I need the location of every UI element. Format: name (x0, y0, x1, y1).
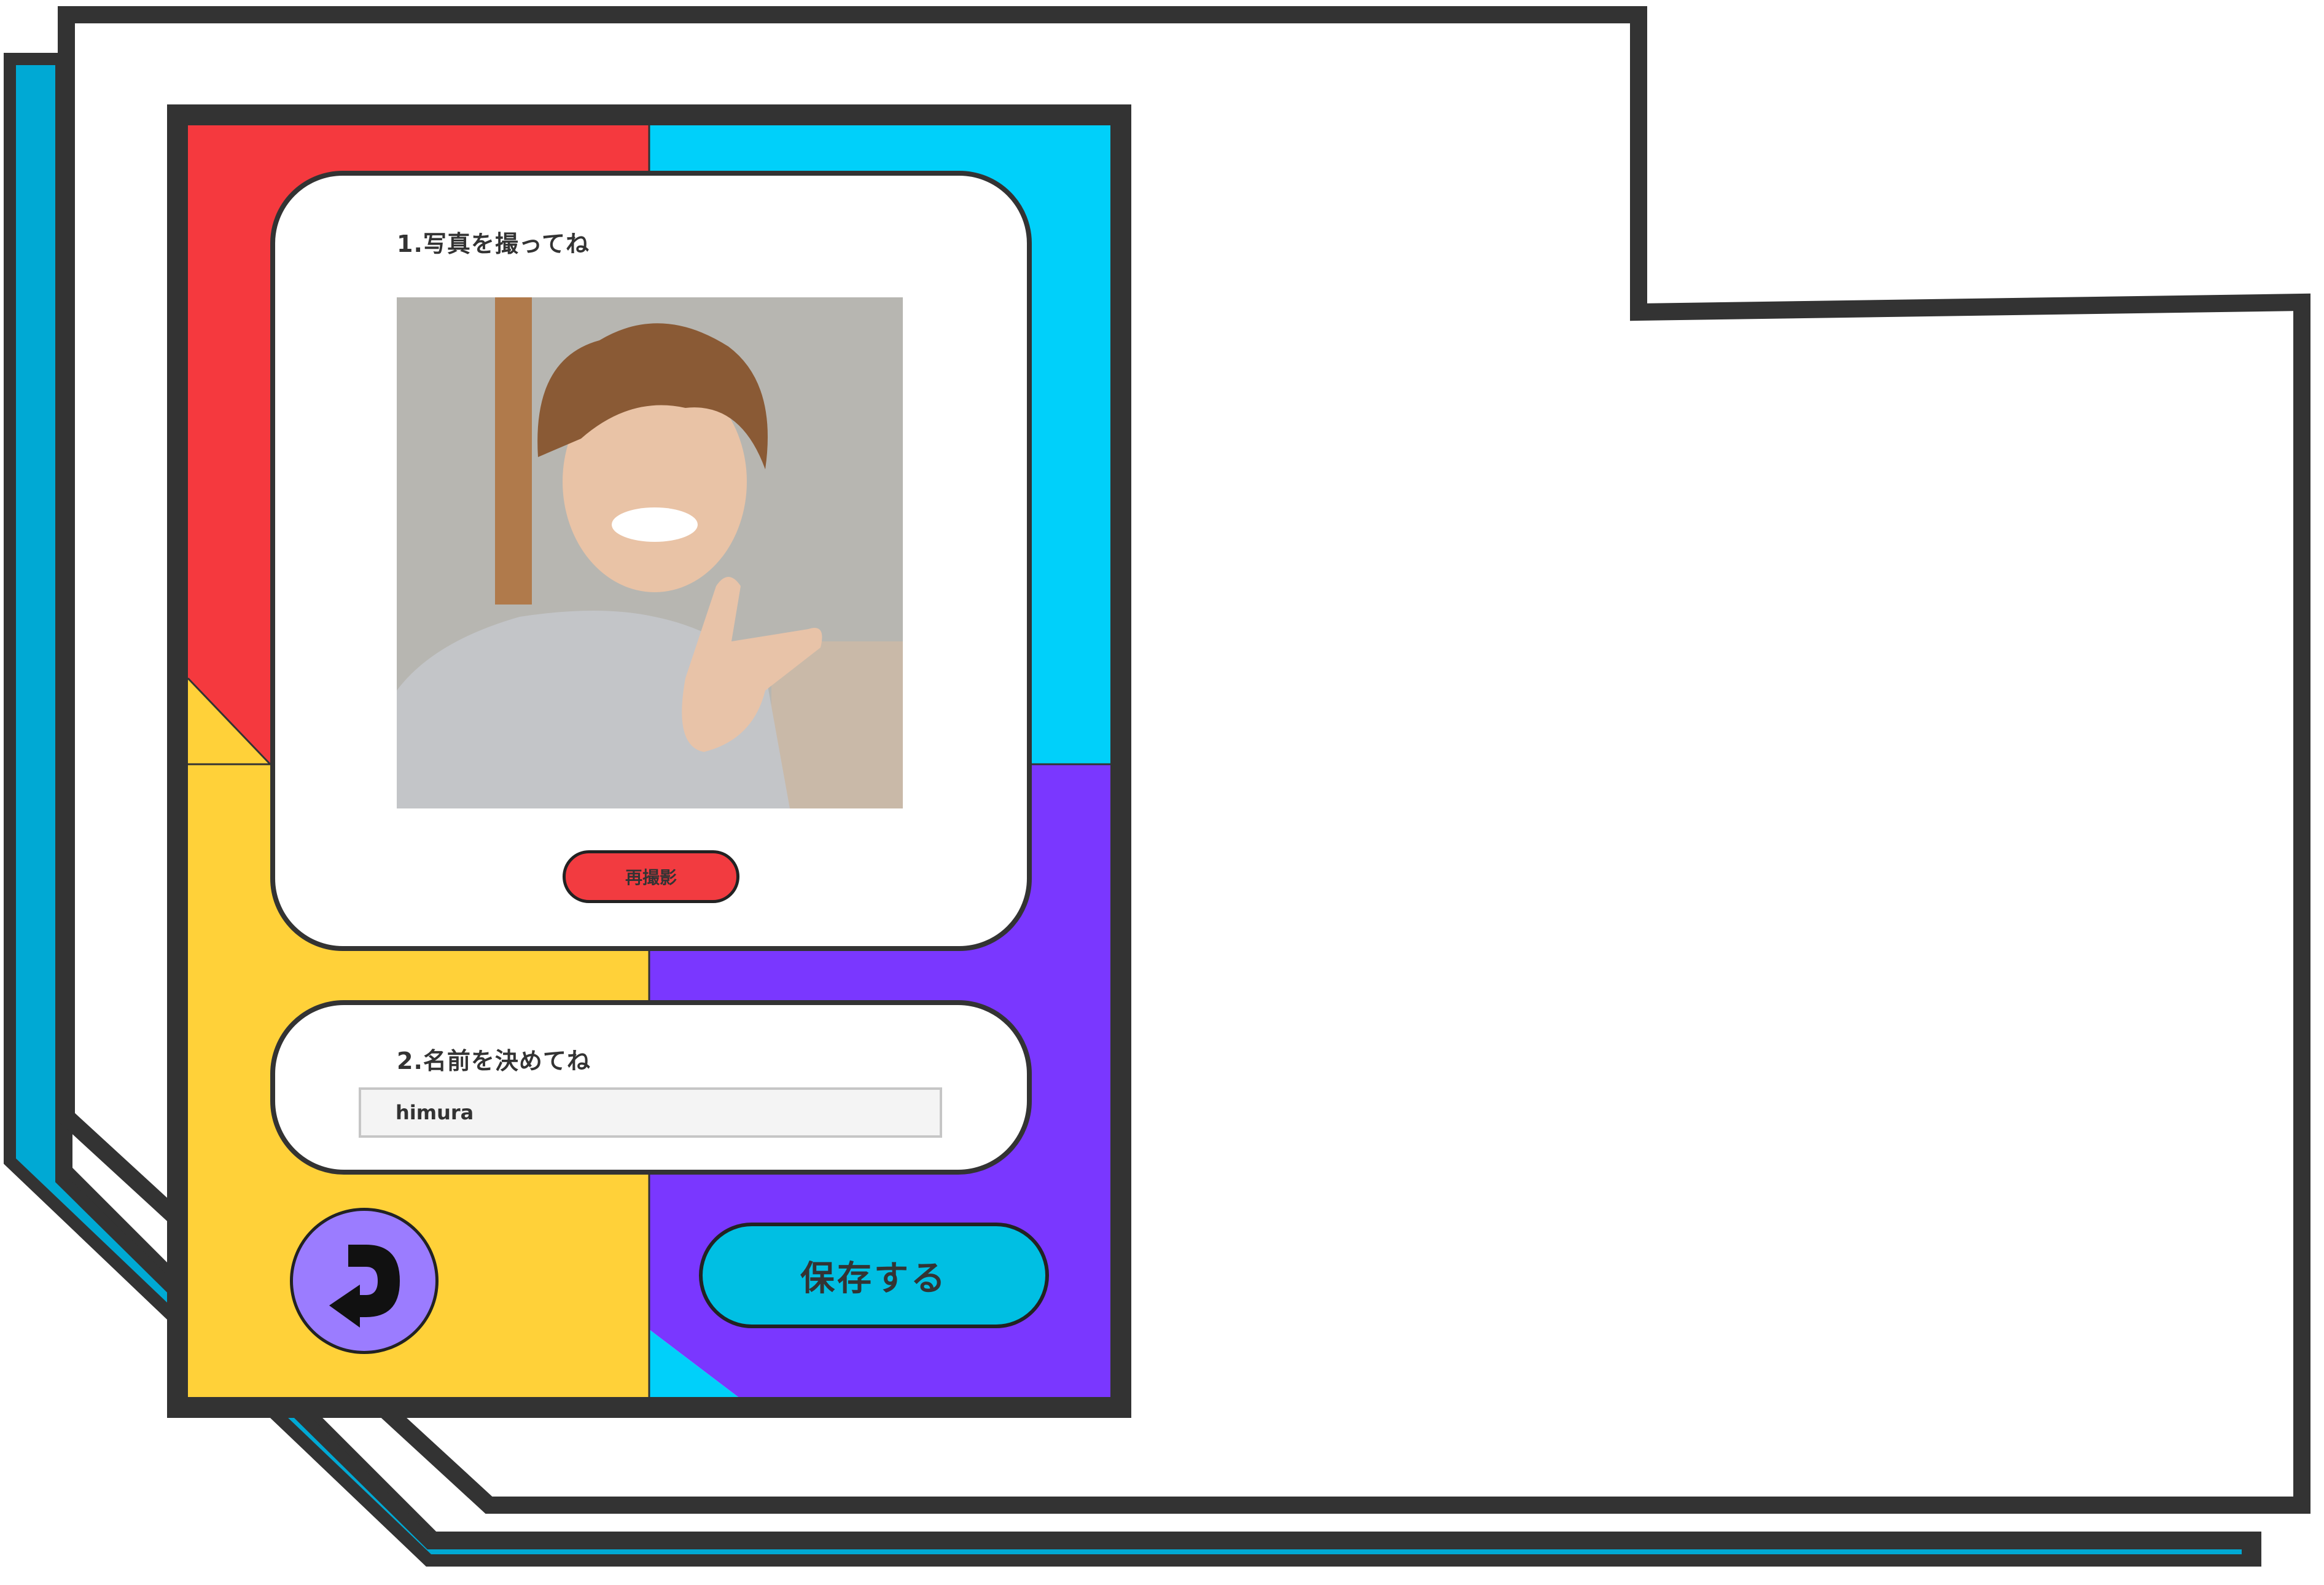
captured-photo (397, 297, 903, 808)
name-step-card: 2.名前を決めてね (270, 1000, 1032, 1175)
name-step-title: 2.名前を決めてね (397, 1047, 591, 1074)
photo-step-card: 1.写真を撮ってね 再撮影 (270, 171, 1032, 951)
photo-image (397, 297, 903, 808)
photo-step-title: 1.写真を撮ってね (397, 230, 590, 257)
save-button[interactable]: 保存する (699, 1223, 1049, 1328)
undo-arrow-icon (329, 1245, 400, 1328)
retake-button[interactable]: 再撮影 (563, 850, 739, 903)
name-input[interactable] (359, 1087, 942, 1138)
back-button[interactable] (290, 1208, 439, 1354)
registration-panel: 1.写真を撮ってね 再撮影 2.名前を決めてね 保存する (167, 104, 1131, 1418)
